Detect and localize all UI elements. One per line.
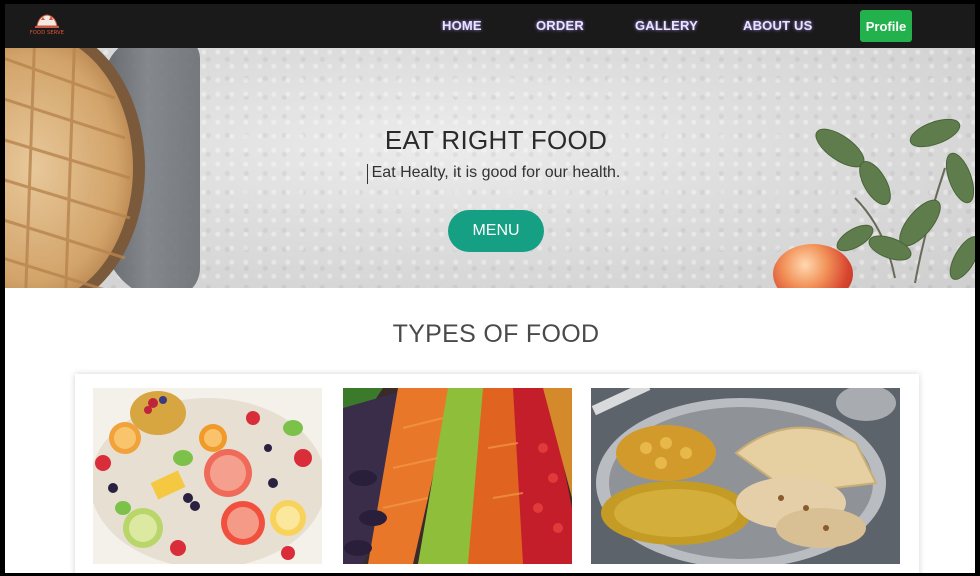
page: FOOD SERVE HOME ORDER GALLERY ABOUT US P… bbox=[5, 4, 975, 573]
logo-icon bbox=[35, 14, 59, 28]
menu-button[interactable]: MENU bbox=[448, 210, 544, 252]
hero-banner: EAT RIGHT FOOD Eat Healty, it is good fo… bbox=[5, 48, 975, 288]
fruit-platter-art bbox=[93, 391, 322, 564]
thali-art bbox=[591, 388, 900, 564]
logo[interactable]: FOOD SERVE bbox=[27, 10, 67, 42]
hero-title: EAT RIGHT FOOD bbox=[384, 125, 608, 155]
section-title: TYPES OF FOOD bbox=[392, 320, 600, 348]
vegetables-art bbox=[343, 388, 572, 564]
vegetables-image[interactable] bbox=[343, 388, 572, 564]
nav-order-link[interactable]: ORDER bbox=[536, 18, 584, 33]
navbar: FOOD SERVE HOME ORDER GALLERY ABOUT US P… bbox=[5, 4, 975, 48]
fruit-platter-image[interactable] bbox=[93, 388, 322, 564]
nav-about-us-link[interactable]: ABOUT US bbox=[743, 18, 813, 33]
profile-button[interactable]: Profile bbox=[860, 10, 912, 42]
nav-home-link[interactable]: HOME bbox=[442, 18, 482, 33]
logo-text: FOOD SERVE bbox=[29, 30, 65, 36]
nav-gallery-link[interactable]: GALLERY bbox=[635, 18, 698, 33]
hero-subtitle: Eat Healty, it is good for our health. bbox=[371, 164, 621, 181]
thali-plate-image[interactable] bbox=[591, 388, 900, 564]
